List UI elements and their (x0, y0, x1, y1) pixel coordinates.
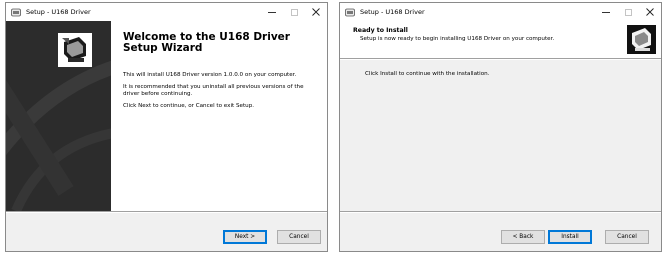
install-instruction-text: Click Install to continue with the insta… (365, 71, 490, 77)
setup-app-icon (11, 8, 21, 16)
uninstall-recommendation-text: It is recommended that you uninstall all… (123, 84, 304, 97)
install-button[interactable]: Install (548, 230, 592, 244)
maximize-icon (290, 8, 298, 16)
maximize-button (283, 3, 305, 21)
install-info-text: This will install U168 Driver version 1.… (123, 72, 297, 78)
window-title: Setup - U168 Driver (26, 8, 91, 16)
cancel-button[interactable]: Cancel (605, 230, 649, 244)
wizard-sidebar-image (6, 21, 111, 211)
footer-divider-highlight (340, 212, 661, 213)
page-header: Ready to Install Setup is now ready to b… (340, 21, 661, 58)
welcome-heading: Welcome to the U168 Driver Setup Wizard (123, 31, 290, 54)
installer-logo (58, 33, 92, 67)
close-button[interactable] (639, 3, 661, 21)
title-bar[interactable]: Setup - U168 Driver (6, 3, 327, 21)
welcome-content: Welcome to the U168 Driver Setup Wizard … (111, 21, 327, 211)
minimize-icon (268, 11, 276, 13)
title-bar[interactable]: Setup - U168 Driver (340, 3, 661, 21)
minimize-button[interactable] (595, 3, 617, 21)
continue-instruction-text: Click Next to continue, or Cancel to exi… (123, 103, 255, 109)
cancel-button[interactable]: Cancel (277, 230, 321, 244)
close-button[interactable] (305, 3, 327, 21)
close-icon (312, 8, 320, 16)
setup-app-icon (345, 8, 355, 16)
page-subheading: Setup is now ready to begin installing U… (360, 36, 555, 42)
setup-window-ready: Setup - U168 Driver Ready to Install Set… (339, 2, 662, 252)
minimize-icon (602, 11, 610, 13)
computer-install-icon (627, 25, 656, 54)
page-heading: Ready to Install (353, 27, 408, 34)
setup-window-welcome: Setup - U168 Driver Welcome to the U168 … (5, 2, 328, 252)
footer-divider-highlight (6, 212, 327, 213)
minimize-button[interactable] (261, 3, 283, 21)
computer-install-icon (59, 34, 91, 66)
window-title: Setup - U168 Driver (360, 8, 425, 16)
header-divider-highlight (340, 59, 661, 60)
maximize-icon (624, 8, 632, 16)
next-button[interactable]: Next > (223, 230, 267, 244)
back-button[interactable]: < Back (501, 230, 545, 244)
maximize-button (617, 3, 639, 21)
close-icon (646, 8, 654, 16)
installer-logo (627, 25, 656, 54)
